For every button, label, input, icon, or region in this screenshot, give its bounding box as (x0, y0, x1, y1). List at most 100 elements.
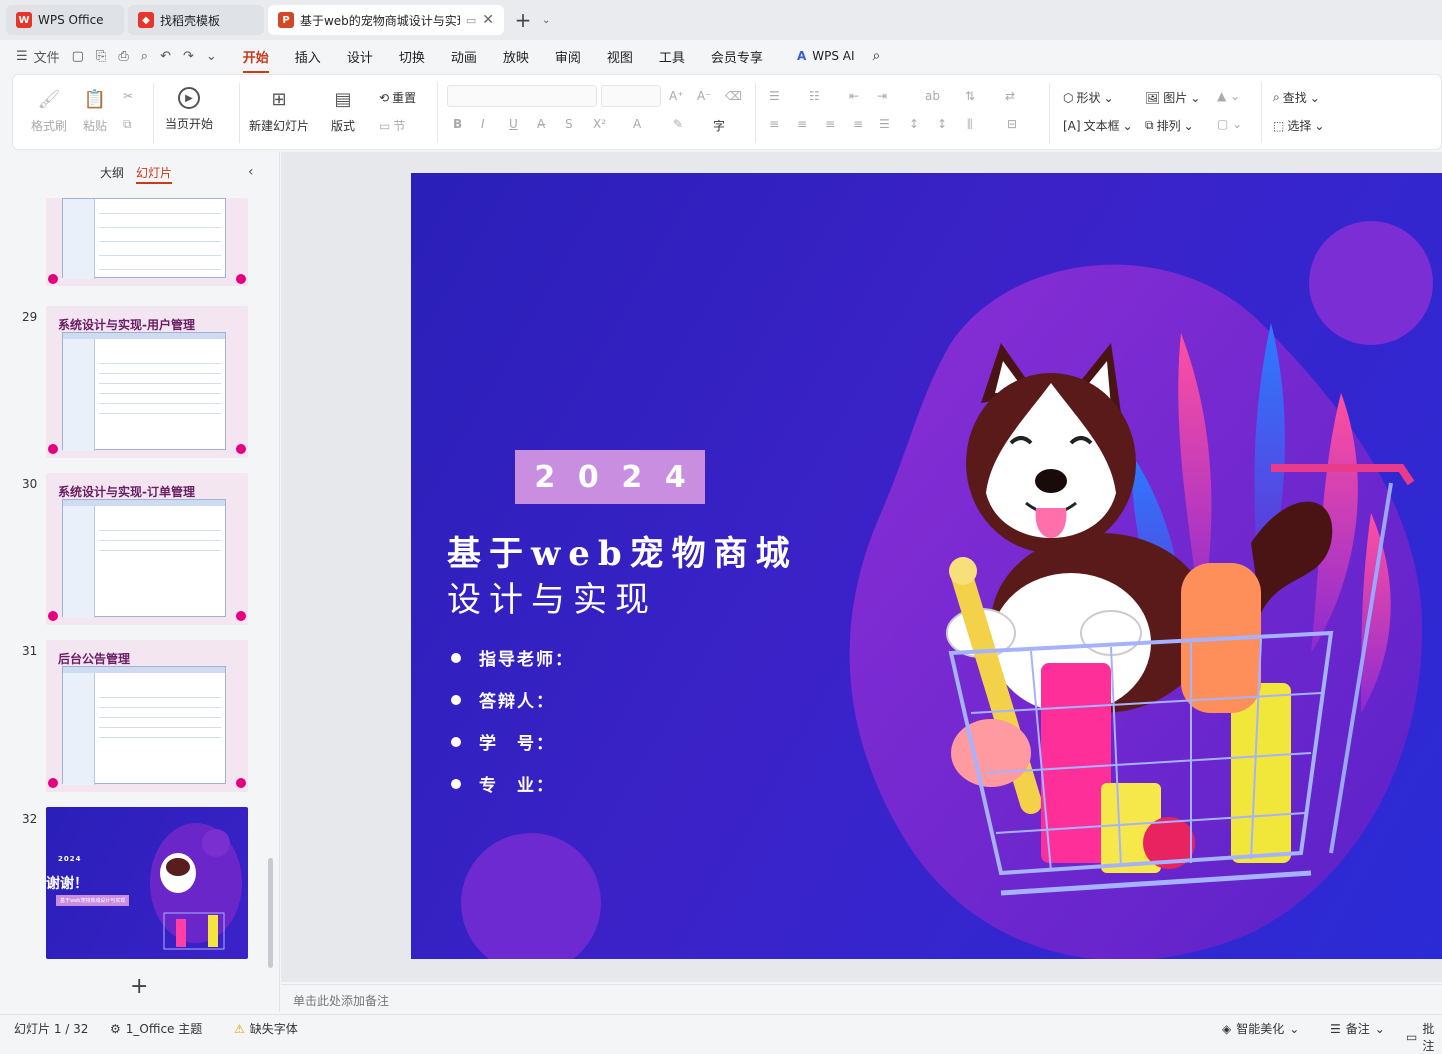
outdent-icon[interactable]: ⇤ (849, 89, 859, 103)
menu-home[interactable]: 开始 (242, 47, 269, 73)
export-icon[interactable]: ⎘ (96, 49, 106, 64)
paste-label: 粘贴 (83, 119, 108, 133)
font-size-select[interactable] (601, 85, 661, 107)
paste-button[interactable]: 📋 粘贴 (83, 87, 107, 134)
align-left-icon[interactable]: ≡ (769, 117, 779, 131)
comments-button[interactable]: ▭ 批注 (1406, 1020, 1442, 1054)
menu-slideshow[interactable]: 放映 (503, 47, 529, 66)
convert-icon[interactable]: ⇄ (1005, 89, 1015, 103)
tab-slides[interactable]: 幻灯片 (136, 164, 173, 184)
chevron-down-icon[interactable]: ⌄ (542, 15, 550, 26)
highlight-icon[interactable]: ✎ (673, 117, 683, 131)
justify-icon[interactable]: ≡ (853, 117, 863, 131)
slide-thumbnail-31[interactable]: 后台公告管理 (46, 640, 248, 792)
menu-transition[interactable]: 切换 (399, 47, 425, 66)
outline-icon[interactable]: ▢ ⌄ (1217, 117, 1242, 131)
notes-pane[interactable]: 单击此处添加备注 (281, 984, 1442, 1014)
decrease-font-icon[interactable]: A⁻ (697, 89, 712, 103)
search-icon[interactable]: ⌕ (873, 48, 881, 64)
notes-toggle-button[interactable]: ☰ 备注 ⌄ (1330, 1020, 1385, 1037)
sort-icon[interactable]: ⇅ (965, 89, 975, 103)
distribute-icon[interactable]: ☰ (879, 117, 890, 131)
phonetic-icon[interactable]: 字 (713, 117, 725, 134)
file-menu[interactable]: 文件 (34, 47, 60, 66)
font-color-icon[interactable]: A (633, 117, 641, 131)
slide-thumbnail-28[interactable] (46, 198, 248, 286)
slide-thumbnail-29[interactable]: 系统设计与实现-用户管理 (46, 306, 248, 458)
textbox-button[interactable]: [A] 文本框 ⌄ (1063, 117, 1133, 134)
slide-title[interactable]: 基于web宠物商城 设计与实现 (447, 531, 867, 623)
menu-view[interactable]: 视图 (607, 47, 633, 66)
superscript-icon[interactable]: X² (593, 117, 606, 131)
align-right-icon[interactable]: ≡ (825, 117, 835, 131)
font-family-select[interactable] (447, 85, 597, 107)
menu-tools[interactable]: 工具 (659, 47, 685, 66)
cut-icon[interactable]: ✂ (123, 89, 133, 103)
theme-indicator[interactable]: ⚙ 1_Office 主题 (110, 1020, 202, 1037)
clear-format-icon[interactable]: ⌫ (725, 89, 742, 103)
bullet-list-icon[interactable]: ☰ (769, 89, 780, 103)
bullet-student-id[interactable]: 学 号： (451, 729, 555, 754)
layout-button[interactable]: ▤ 版式 (331, 87, 355, 134)
align-center-icon[interactable]: ≡ (797, 117, 807, 131)
more-chevron-icon[interactable]: ⌄ (206, 49, 217, 64)
shadow-icon[interactable]: S (565, 117, 573, 131)
reset-button[interactable]: ⟲ 重置 (379, 89, 416, 106)
slide-thumbnail-32[interactable]: 2024 谢谢！ 基于web宠物商城设计与实现 (46, 807, 248, 959)
text-align-icon[interactable]: ⊟ (1007, 117, 1017, 131)
menu-design[interactable]: 设计 (347, 47, 373, 66)
undo-icon[interactable]: ↶ (160, 49, 171, 64)
current-slide[interactable]: 2 0 2 4 基于web宠物商城 设计与实现 指导老师： 答辩人： 学 号： … (411, 173, 1442, 959)
bullet-dot (451, 736, 461, 747)
section-button[interactable]: ▭ 节 (379, 117, 405, 134)
increase-font-icon[interactable]: A⁺ (669, 89, 684, 103)
save-icon[interactable]: ▢ (72, 49, 84, 64)
strikethrough-icon[interactable]: A̶ (537, 117, 545, 131)
wps-ai-button[interactable]: A WPS AI ⌕ (797, 48, 880, 64)
italic-icon[interactable]: I (481, 117, 485, 131)
redo-icon[interactable]: ↷ (183, 49, 194, 64)
close-tab-icon[interactable]: ✕ (482, 12, 494, 28)
new-slide-button[interactable]: ⊞ 新建幻灯片 (249, 87, 309, 134)
column-icon[interactable]: ⫼ (967, 117, 973, 132)
shape-button[interactable]: ⬡ 形状 ⌄ (1063, 89, 1114, 106)
underline-icon[interactable]: U (509, 117, 518, 131)
tab-current-presentation[interactable]: P 基于web的宠物商城设计与实现 ▭ ✕ (268, 5, 504, 35)
bullet-advisor[interactable]: 指导老师： (451, 645, 574, 670)
panel-scrollbar[interactable] (268, 858, 273, 968)
missing-font-indicator[interactable]: ⚠ 缺失字体 (234, 1020, 298, 1037)
indent-icon[interactable]: ⇥ (877, 89, 887, 103)
select-button[interactable]: ⬚ 选择 ⌄ (1273, 117, 1324, 134)
menu-insert[interactable]: 插入 (295, 47, 321, 66)
tab-docer-templates[interactable]: ◆ 找稻壳模板 (128, 5, 264, 35)
collapse-panel-icon[interactable]: ‹ (248, 164, 254, 180)
bold-icon[interactable]: B (453, 117, 462, 131)
menu-icon[interactable]: ☰ (16, 49, 28, 64)
menu-membership[interactable]: 会员专享 (711, 47, 763, 66)
bullet-presenter[interactable]: 答辩人： (451, 687, 555, 712)
play-from-current-button[interactable]: ▶ 当页开始 (165, 87, 213, 132)
print-icon[interactable]: ⎙ (118, 49, 128, 64)
tab-outline[interactable]: 大纲 (100, 164, 124, 181)
picture-button[interactable]: 🖼 图片 ⌄ (1145, 89, 1200, 106)
fill-icon[interactable]: ▲ ⌄ (1217, 89, 1240, 103)
menu-animation[interactable]: 动画 (451, 47, 477, 66)
paragraph-spacing-icon[interactable]: ↕ (937, 117, 947, 131)
bullet-major[interactable]: 专 业： (451, 771, 555, 796)
tab-wps-office[interactable]: W WPS Office (6, 5, 124, 35)
add-slide-button[interactable]: + (130, 974, 148, 999)
copy-icon[interactable]: ⧉ (123, 117, 132, 132)
format-painter-label: 格式刷 (31, 119, 68, 133)
format-painter-button[interactable]: 🖌 格式刷 (31, 87, 67, 134)
numbered-list-icon[interactable]: ☷ (809, 89, 820, 103)
arrange-button[interactable]: ⧉ 排列 ⌄ (1145, 117, 1194, 134)
line-spacing-icon[interactable]: ↕ (909, 117, 919, 131)
smart-beautify-button[interactable]: ◈ 智能美化 ⌄ (1222, 1020, 1299, 1037)
menu-review[interactable]: 审阅 (555, 47, 581, 66)
slide-thumbnail-30[interactable]: 系统设计与实现-订单管理 (46, 473, 248, 625)
corner-dot (48, 444, 58, 454)
find-button[interactable]: ⌕ 查找 ⌄ (1273, 89, 1320, 106)
text-direction-icon[interactable]: ab (925, 89, 940, 103)
new-tab-button[interactable]: + (508, 5, 538, 35)
print-preview-icon[interactable]: ⌕ (141, 49, 148, 64)
